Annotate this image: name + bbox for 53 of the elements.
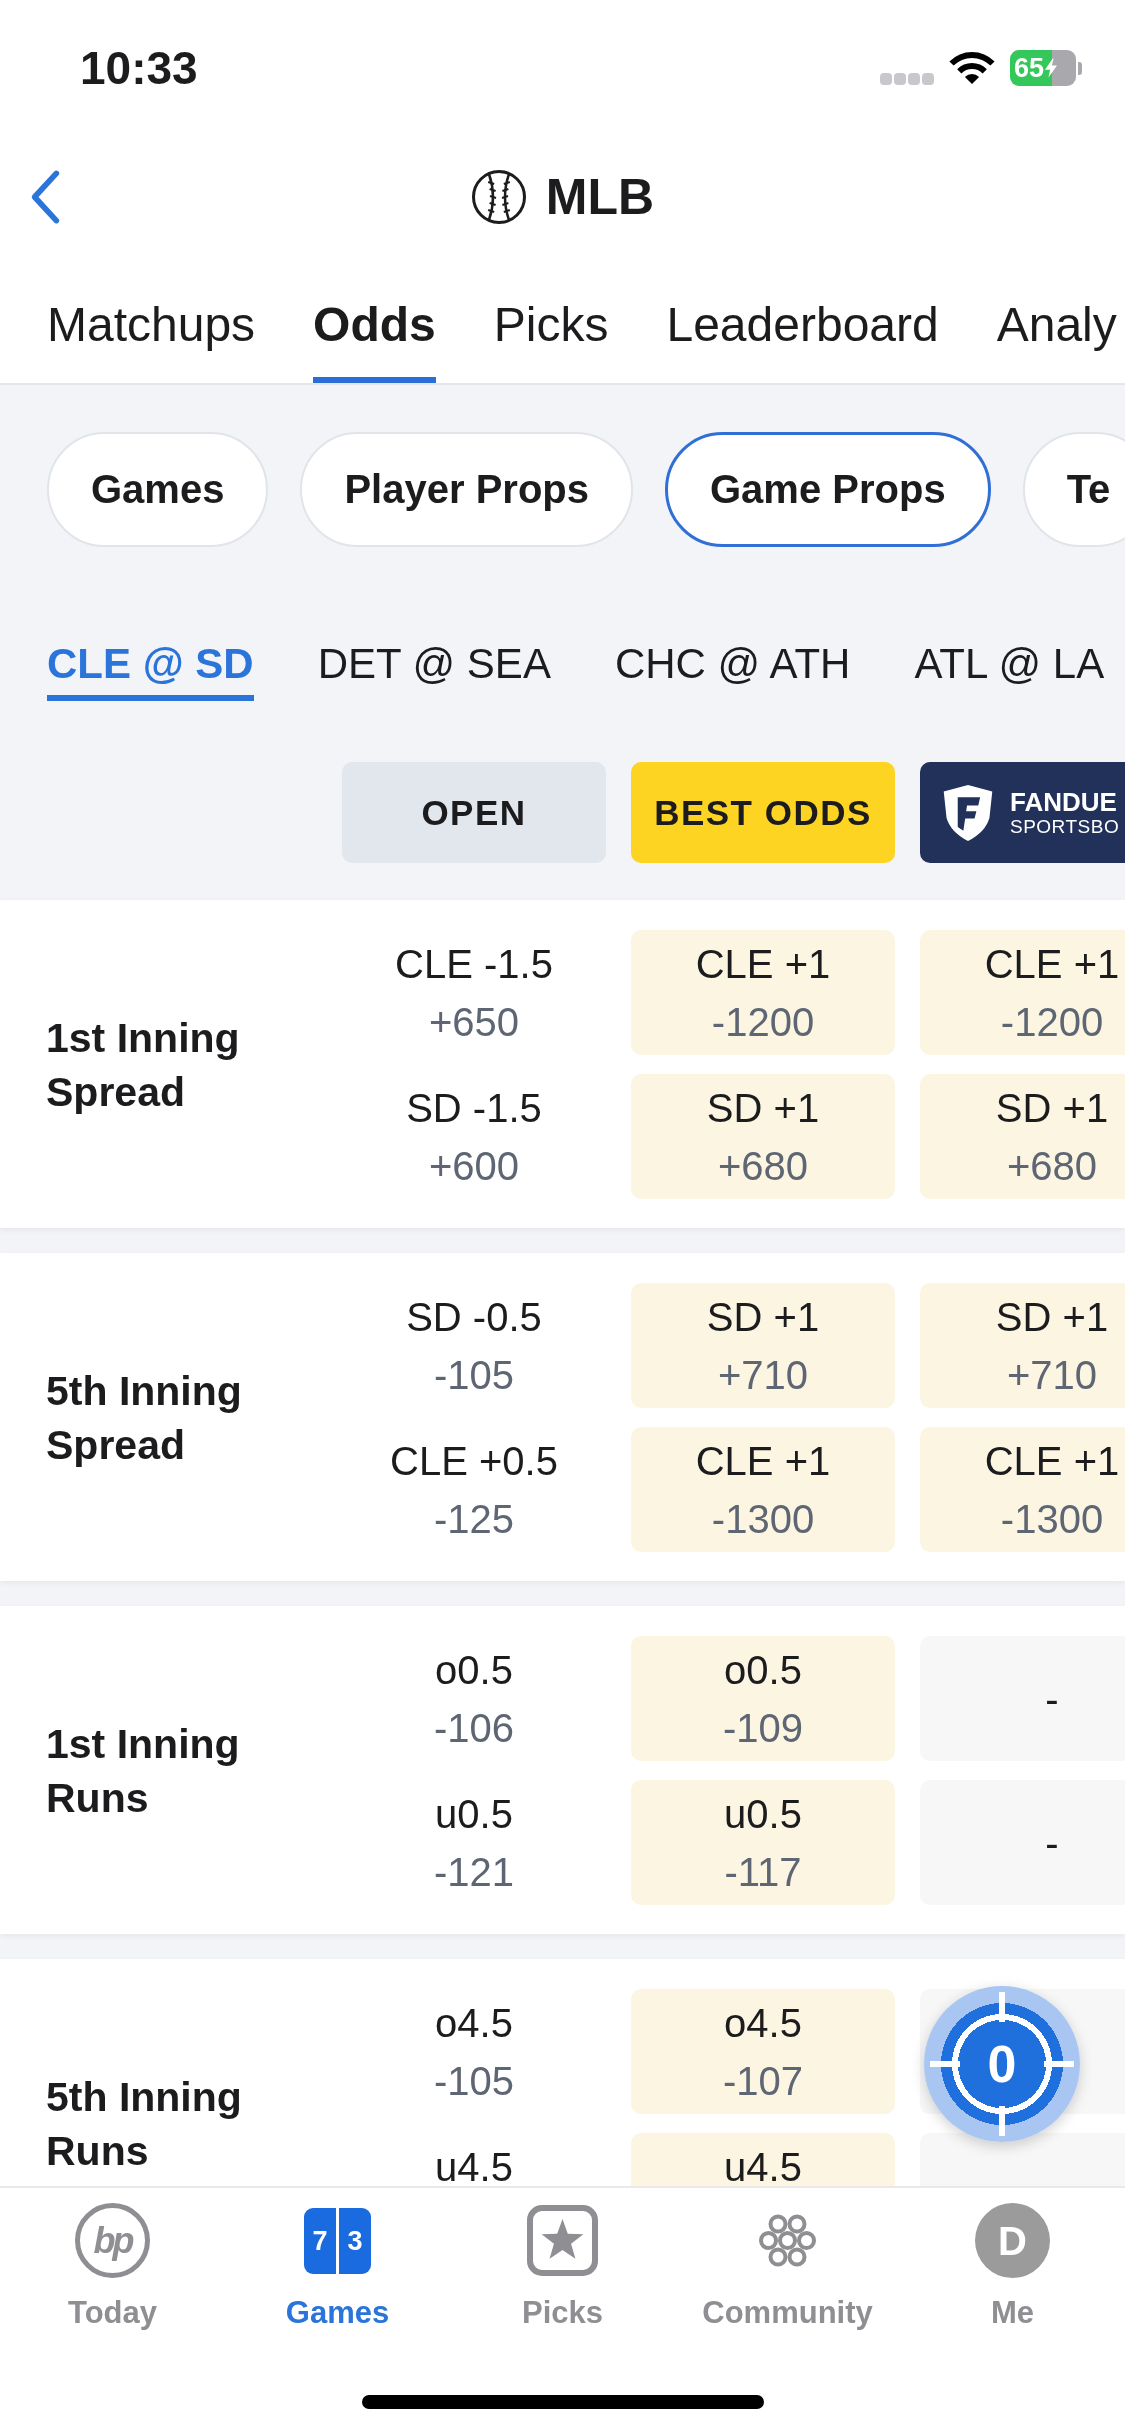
avatar: D <box>975 2203 1050 2278</box>
filter-chip[interactable]: Te <box>1022 432 1125 547</box>
odds-button[interactable]: SD +1 +680 <box>920 1074 1125 1199</box>
odds-button[interactable]: CLE +1 -1300 <box>920 1427 1125 1552</box>
unavailable-odds-slot: - <box>920 1780 1125 1905</box>
open-column-header: OPEN <box>342 762 606 863</box>
odds-button[interactable]: CLE +1 -1200 <box>631 930 895 1055</box>
odds-button[interactable]: u4.5 <box>631 2133 895 2186</box>
game-tab[interactable]: DET @ SEA <box>317 639 551 701</box>
scoreboard-tile: 7 <box>304 2207 336 2274</box>
odds-button[interactable]: u0.5 -117 <box>631 1780 895 1905</box>
opening-odds: u4.5 <box>434 2144 514 2186</box>
scoreboard-tile: 3 <box>339 2207 371 2274</box>
game-tab[interactable]: CLE @ SD <box>47 639 254 701</box>
odds-button[interactable]: CLE +1 -1300 <box>631 1427 895 1552</box>
signal-dots-icon <box>880 73 934 85</box>
section-tab[interactable]: Picks <box>493 258 609 383</box>
section-tab[interactable]: Leaderboard <box>666 258 939 383</box>
page-title: MLB <box>545 168 655 227</box>
section-tab[interactable]: Analy <box>996 258 1117 383</box>
section-tab[interactable]: Matchups <box>47 258 256 383</box>
market-name: 1st Inning Spread <box>46 1013 241 1117</box>
filter-chip[interactable]: Game Props <box>665 432 991 547</box>
odds-button[interactable]: SD +1 +710 <box>631 1283 895 1408</box>
game-tab[interactable]: ATL @ LA <box>914 639 1105 701</box>
filter-chip[interactable]: Player Props <box>300 432 633 547</box>
odds-button[interactable]: SD +1 +680 <box>631 1074 895 1199</box>
best-odds-header: BEST ODDS <box>631 762 895 863</box>
market-name: 5th Inning Spread <box>46 1366 243 1470</box>
tab-bar-button[interactable]: 7 3 Games <box>225 2203 450 2333</box>
market-name: 5th Inning Runs <box>46 2072 243 2176</box>
bp-logo: bp <box>75 2203 150 2278</box>
opening-odds: CLE -1.5 +650 <box>394 941 554 1046</box>
opening-odds: CLE +0.5 -125 <box>389 1438 559 1543</box>
sportsbook-name: FANDUE <box>1010 787 1118 816</box>
opening-odds: SD -0.5 -105 <box>405 1294 543 1399</box>
game-tab[interactable]: CHC @ ATH <box>614 639 851 701</box>
opening-odds: u0.5 -121 <box>432 1791 516 1896</box>
battery-percent: 65 <box>1014 53 1045 83</box>
opening-odds: SD -1.5 +600 <box>405 1085 543 1190</box>
odds-button[interactable]: o4.5 -107 <box>631 1989 895 2114</box>
opening-odds: o4.5 -105 <box>432 2000 516 2105</box>
market-name: 1st Inning Runs <box>46 1719 241 1823</box>
odds-button[interactable]: o0.5 -109 <box>631 1636 895 1761</box>
opening-odds: o0.5 -106 <box>432 1647 516 1752</box>
wifi-icon <box>949 51 995 85</box>
status-time: 10:33 <box>80 41 198 96</box>
odds-button[interactable]: SD +1 +710 <box>920 1283 1125 1408</box>
unavailable-odds-slot: - <box>920 1636 1125 1761</box>
filter-chip[interactable]: Games <box>47 432 269 547</box>
sportsbook-subtitle: SPORTSBO <box>1010 815 1120 838</box>
odds-button[interactable]: CLE +1 -1200 <box>920 930 1125 1055</box>
baseball-icon <box>470 169 527 225</box>
